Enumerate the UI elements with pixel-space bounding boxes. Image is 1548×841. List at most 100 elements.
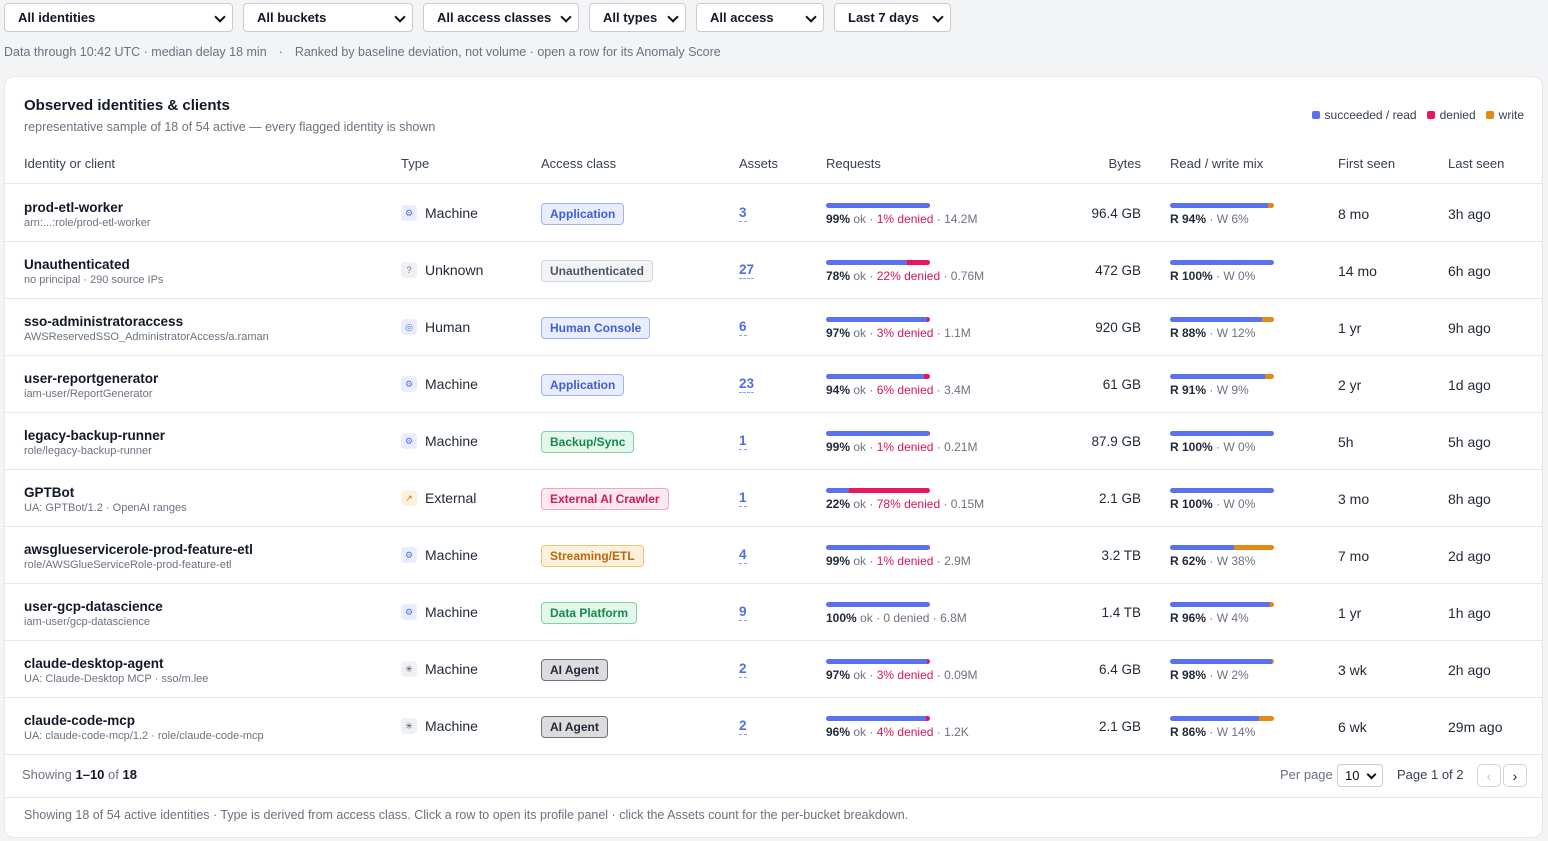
type-label: Human: [425, 319, 471, 335]
requests-summary: 100% ok · 0 denied · 6.8M: [826, 611, 967, 625]
col-access-class[interactable]: Access class: [541, 156, 616, 171]
prev-page-button[interactable]: ‹: [1477, 764, 1501, 787]
freshness-text: Data through 10:42 UTC · median delay 18…: [4, 45, 267, 59]
read-pct: R 91%: [1170, 383, 1207, 397]
requests-ok-pct: 99%: [826, 212, 851, 226]
first-seen: 7 mo: [1338, 548, 1370, 564]
requests-count: 6.8M: [940, 611, 967, 625]
type-label: Unknown: [425, 262, 484, 278]
filter-select-1[interactable]: All buckets: [243, 3, 413, 32]
table-row[interactable]: sso-administratoraccess AWSReservedSSO_Ad…: [5, 299, 1542, 356]
table-row[interactable]: prod-etl-worker arn:...:role/prod-etl-wor…: [5, 185, 1542, 242]
table-row[interactable]: claude-desktop-agent UA: Claude-Desktop M…: [5, 641, 1542, 698]
requests-count: 0.09M: [944, 668, 978, 682]
type-cell: ? Unknown: [401, 262, 483, 278]
col-identity[interactable]: Identity or client: [24, 156, 115, 171]
requests-denied-pct: 1% denied: [876, 212, 934, 226]
filter-select-0[interactable]: All identities: [4, 3, 233, 32]
requests-bar: [826, 374, 930, 379]
showing-range-value: 1–10: [75, 767, 105, 782]
table-row[interactable]: awsglueservicerole-prod-feature-etl role/…: [5, 527, 1542, 584]
filter-select-3[interactable]: All types: [589, 3, 686, 32]
read-write-bar: [1170, 602, 1274, 607]
bytes-value: 1.4 TB: [1101, 605, 1141, 620]
table-row[interactable]: Unauthenticated no principal · 290 source…: [5, 242, 1542, 299]
pagination-bar: Showing 1–10 of 18 Per page 10 Page 1 of…: [5, 753, 1542, 798]
assets-count-link[interactable]: 9: [739, 604, 747, 621]
col-assets[interactable]: Assets: [739, 156, 778, 171]
table-row[interactable]: user-reportgenerator iam-user/ReportGener…: [5, 356, 1542, 413]
requests-summary: 99% ok · 1% denied · 2.9M: [826, 554, 971, 568]
first-seen: 1 yr: [1338, 320, 1362, 336]
read-write-bar: [1170, 203, 1274, 208]
assets-count-link[interactable]: 27: [739, 262, 755, 279]
col-type[interactable]: Type: [401, 156, 429, 171]
assets-count-link[interactable]: 1: [739, 433, 747, 450]
assets-count-link[interactable]: 4: [739, 547, 747, 564]
requests-ok-fill: [826, 260, 908, 265]
write-pct: W 14%: [1216, 725, 1256, 739]
bytes-value: 3.2 TB: [1101, 548, 1141, 563]
requests-denied-pct: 0 denied: [883, 611, 930, 625]
col-read-write-mix[interactable]: Read / write mix: [1170, 156, 1263, 171]
read-pct: R 94%: [1170, 212, 1207, 226]
requests-bar: [826, 716, 930, 721]
next-page-button[interactable]: ›: [1503, 764, 1527, 787]
assets-count-link[interactable]: 2: [739, 661, 747, 678]
write-fill: [1267, 203, 1274, 208]
identity-principal: iam-user/gcp-datascience: [24, 616, 150, 628]
read-pct: R 96%: [1170, 611, 1207, 625]
arrow-out-icon: ↗: [401, 490, 417, 506]
read-write-bar: [1170, 317, 1274, 322]
read-fill: [1170, 659, 1272, 664]
table-row[interactable]: legacy-backup-runner role/legacy-backup-r…: [5, 413, 1542, 470]
per-page-select[interactable]: 10: [1337, 764, 1383, 787]
write-pct: W 38%: [1216, 554, 1256, 568]
requests-ok-pct: 97%: [826, 668, 851, 682]
assets-count-link[interactable]: 6: [739, 319, 747, 336]
table-row[interactable]: GPTBot UA: GPTBot/1.2 · OpenAI ranges ↗ Ext…: [5, 470, 1542, 527]
requests-summary: 97% ok · 3% denied · 0.09M: [826, 668, 978, 682]
assets-count-link[interactable]: 3: [739, 205, 747, 222]
first-seen: 8 mo: [1338, 206, 1370, 222]
col-requests[interactable]: Requests: [826, 156, 881, 171]
requests-ok-pct: 99%: [826, 554, 851, 568]
type-cell: ⚙ Machine: [401, 205, 478, 221]
filter-select-2[interactable]: All access classes: [423, 3, 579, 32]
read-write-summary: R 94% · W 6%: [1170, 212, 1249, 226]
table-row[interactable]: claude-code-mcp UA: claude-code-mcp/1.2 ·…: [5, 698, 1542, 755]
requests-ok-pct: 22%: [826, 497, 851, 511]
assets-count-link[interactable]: 23: [739, 376, 755, 393]
requests-denied-pct: 3% denied: [876, 326, 934, 340]
col-last-seen[interactable]: Last seen: [1448, 156, 1504, 171]
requests-count: 0.76M: [950, 269, 985, 283]
chevron-down-icon: [394, 12, 406, 24]
filter-select-5[interactable]: Last 7 days: [834, 3, 951, 32]
requests-ok-pct: 100%: [826, 611, 857, 625]
legend-swatch: [1311, 111, 1320, 119]
page-info: Page 1 of 2: [1397, 767, 1464, 782]
assets-count-link[interactable]: 1: [739, 490, 747, 507]
first-seen: 2 yr: [1338, 377, 1362, 393]
write-fill: [1234, 545, 1274, 550]
filter-value: All access: [710, 10, 774, 25]
type-label: Machine: [425, 661, 478, 677]
requests-summary: 96% ok · 4% denied · 1.2K: [826, 725, 969, 739]
table-row[interactable]: user-gcp-datascience iam-user/gcp-datasci…: [5, 584, 1542, 641]
legend-item: succeeded / read: [1311, 108, 1417, 122]
requests-denied-fill: [848, 488, 930, 493]
write-pct: W 12%: [1216, 326, 1256, 340]
requests-ok-pct: 78%: [826, 269, 851, 283]
last-seen: 6h ago: [1448, 263, 1491, 279]
type-label: Machine: [425, 376, 478, 392]
filter-select-4[interactable]: All access: [696, 3, 824, 32]
col-bytes[interactable]: Bytes: [1108, 156, 1141, 171]
assets-count-link[interactable]: 2: [739, 718, 747, 735]
question-icon: ?: [401, 262, 417, 278]
identity-principal: iam-user/ReportGenerator: [24, 388, 153, 400]
access-class-badge: Backup/Sync: [541, 431, 635, 453]
col-first-seen[interactable]: First seen: [1338, 156, 1395, 171]
first-seen: 5h: [1338, 434, 1354, 450]
access-class-badge: Human Console: [541, 317, 651, 339]
requests-ok-word: ok: [853, 497, 867, 511]
